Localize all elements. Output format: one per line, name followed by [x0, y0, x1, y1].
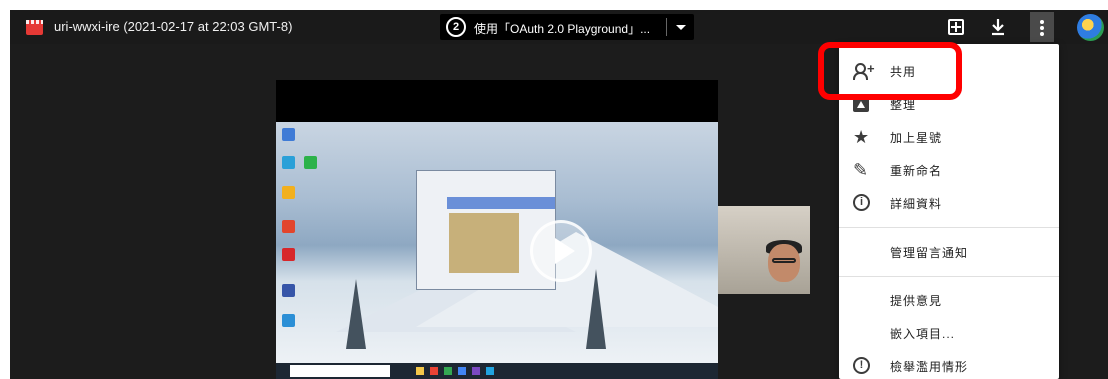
download-icon [992, 19, 1004, 36]
menu-item-label: 嵌入項目... [890, 327, 956, 341]
add-to-drive-button[interactable] [942, 13, 970, 41]
report-icon: ! [853, 357, 870, 374]
info-icon: i [853, 194, 870, 211]
webcam-overlay [718, 206, 810, 294]
menu-divider [839, 227, 1059, 228]
menu-item-report-abuse[interactable]: ! 檢舉濫用情形 [839, 349, 1059, 379]
menu-item-label: 提供意見 [890, 294, 943, 308]
playlist-selector[interactable]: 2 使用「OAuth 2.0 Playground」... [440, 14, 694, 40]
menu-item-embed[interactable]: 嵌入項目... [839, 316, 1059, 349]
star-icon: ★ [853, 127, 870, 147]
video-file-icon [26, 20, 43, 35]
menu-item-label: 詳細資料 [890, 197, 943, 211]
video-player[interactable] [276, 80, 718, 379]
menu-item-label: 管理留言通知 [890, 246, 969, 260]
menu-item-label: 加上星號 [890, 131, 943, 145]
menu-item-rename[interactable]: ✎ 重新命名 [839, 153, 1059, 186]
playlist-index: 2 [446, 17, 466, 37]
menu-item-feedback[interactable]: 提供意見 [839, 283, 1059, 316]
highlight-box [818, 42, 962, 100]
avatar[interactable] [1077, 14, 1104, 41]
menu-item-label: 檢舉濫用情形 [890, 360, 969, 374]
file-title: uri-wwxi-ire (2021-02-17 at 22:03 GMT-8) [54, 19, 293, 34]
menu-item-label: 重新命名 [890, 164, 943, 178]
menu-item-details[interactable]: i 詳細資料 [839, 186, 1059, 219]
more-vert-icon [1040, 20, 1044, 24]
menu-item-star[interactable]: ★ 加上星號 [839, 120, 1059, 153]
divider [666, 18, 667, 36]
more-options-button[interactable] [1030, 12, 1054, 42]
playlist-title: 使用「OAuth 2.0 Playground」... [474, 22, 651, 36]
menu-divider [839, 276, 1059, 277]
play-icon[interactable] [530, 220, 592, 282]
chevron-down-icon[interactable] [676, 25, 686, 30]
download-button[interactable] [984, 13, 1012, 41]
pencil-icon: ✎ [853, 160, 869, 180]
menu-item-comment-notifications[interactable]: 管理留言通知 [839, 235, 1059, 268]
top-bar: uri-wwxi-ire (2021-02-17 at 22:03 GMT-8)… [10, 10, 1108, 44]
add-box-icon [948, 19, 964, 35]
video-frame [276, 122, 718, 379]
